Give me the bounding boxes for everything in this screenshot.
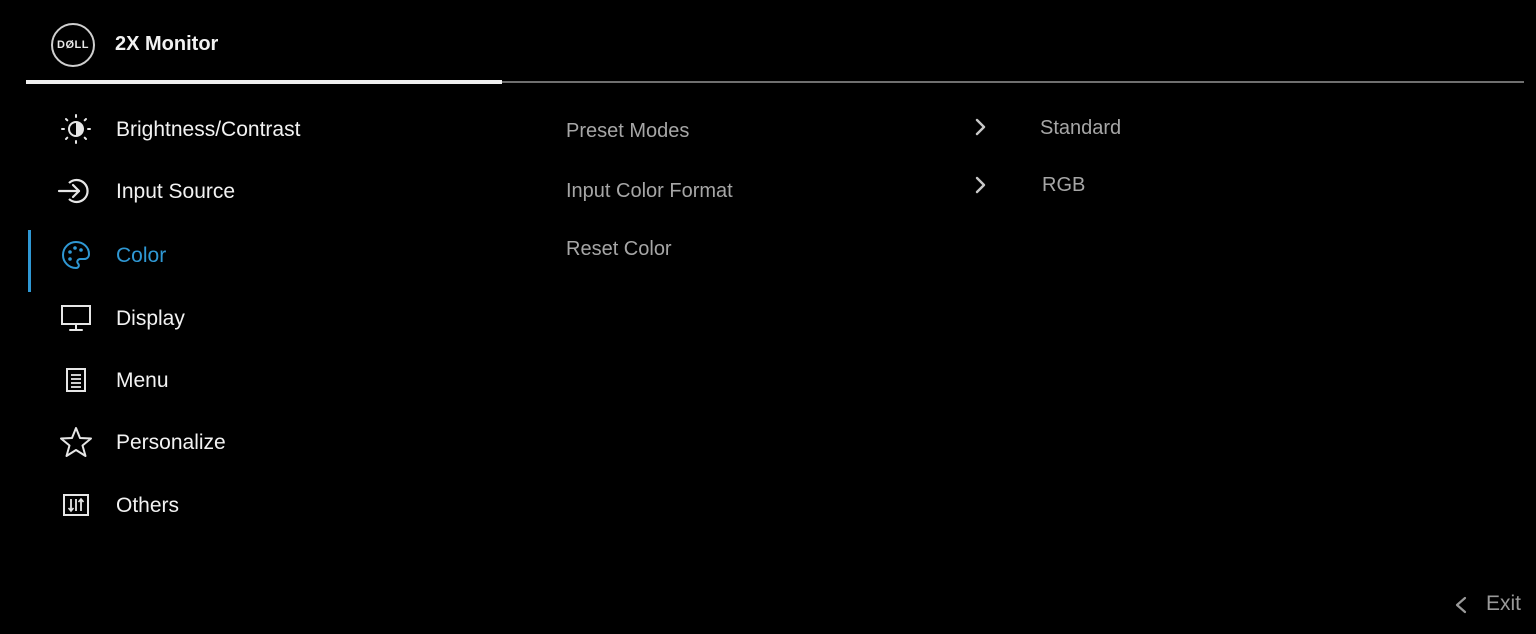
chevron-right-icon — [975, 118, 986, 136]
dell-logo: DØLL — [51, 23, 95, 67]
header-divider-active — [26, 80, 502, 84]
menu-document-icon — [56, 362, 96, 398]
sidebar-item-label: Brightness/Contrast — [116, 118, 301, 141]
sidebar-item-others[interactable]: Others — [0, 474, 500, 536]
sidebar-item-menu[interactable]: Menu — [0, 349, 500, 411]
chevron-right-icon — [975, 176, 986, 194]
option-preset-modes[interactable]: Preset Modes — [566, 120, 689, 143]
page-title: 2X Monitor — [115, 33, 219, 55]
star-icon — [56, 424, 96, 460]
exit-label: Exit — [1486, 592, 1522, 615]
sidebar-item-label: Personalize — [116, 431, 226, 454]
option-value-input-color-format: RGB — [1042, 174, 1086, 196]
sidebar-item-label: Menu — [116, 369, 169, 392]
option-reset-color[interactable]: Reset Color — [566, 238, 672, 261]
sidebar-item-label: Others — [116, 494, 180, 517]
sidebar-item-color[interactable]: Color — [0, 224, 500, 286]
sidebar-item-display[interactable]: Display — [0, 287, 500, 349]
display-monitor-icon — [56, 300, 96, 336]
brightness-contrast-icon — [56, 111, 96, 147]
dell-logo-text: DØLL — [57, 39, 89, 51]
sidebar-item-label: Display — [116, 307, 185, 330]
others-sliders-icon — [56, 487, 96, 523]
chevron-left-icon — [1455, 596, 1467, 614]
input-source-icon — [56, 173, 96, 209]
sidebar-item-label: Input Source — [116, 180, 236, 203]
color-palette-icon — [56, 237, 96, 273]
sidebar-item-brightness-contrast[interactable]: Brightness/Contrast — [0, 98, 500, 160]
sidebar-menu: Brightness/Contrast Input Source Color D… — [0, 98, 500, 538]
option-input-color-format[interactable]: Input Color Format — [566, 180, 733, 203]
option-value-preset-modes: Standard — [1040, 117, 1122, 139]
sidebar-item-personalize[interactable]: Personalize — [0, 411, 500, 473]
sidebar-item-label: Color — [116, 244, 167, 267]
osd-header: DØLL 2X Monitor — [0, 0, 1536, 90]
sidebar-item-input-source[interactable]: Input Source — [0, 160, 500, 222]
